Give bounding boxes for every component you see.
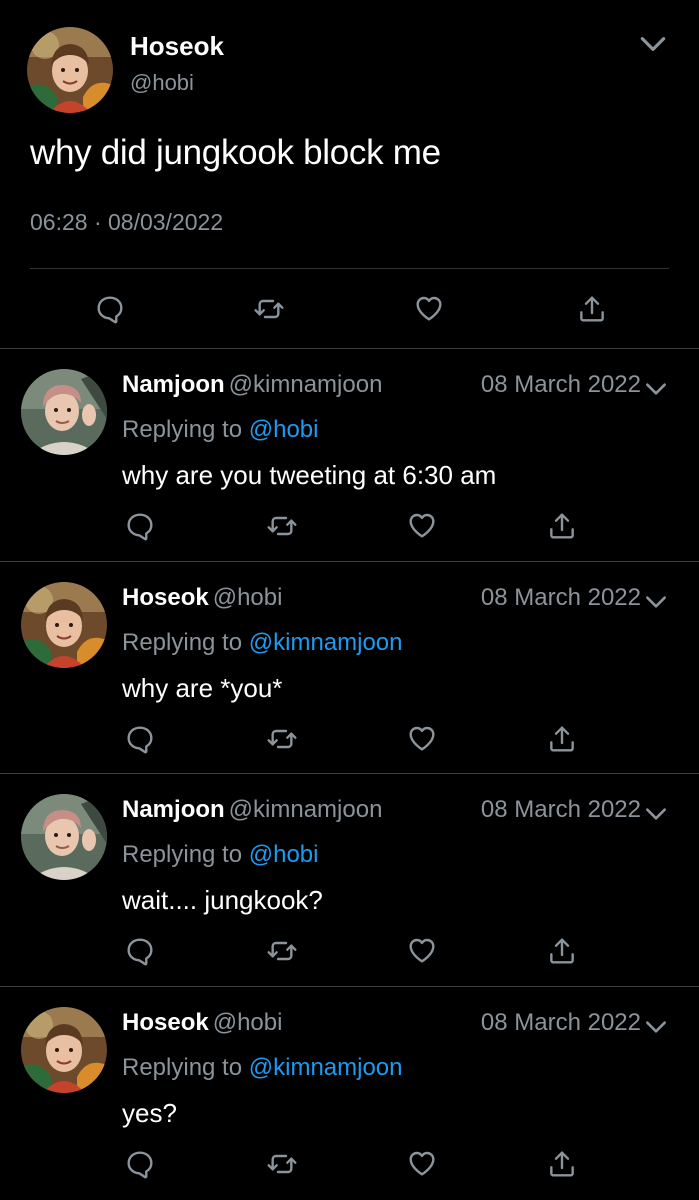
tweet-text: why are *you* <box>122 673 283 703</box>
mention-link[interactable]: @hobi <box>249 841 319 868</box>
tweet-text: wait.... jungkook? <box>122 885 323 915</box>
avatar[interactable] <box>21 1007 107 1093</box>
mention-link[interactable]: @kimnamjoon <box>249 1054 403 1081</box>
reply-header: Hoseok @hobi <box>122 1009 282 1037</box>
tweet-date: 08 March 2022 <box>480 796 641 823</box>
reply-icon[interactable] <box>124 723 156 755</box>
retweet-icon[interactable] <box>253 293 285 325</box>
author-name[interactable]: Hoseok <box>122 1009 209 1036</box>
namjoon-avatar-image <box>21 369 107 455</box>
tweet-text: why did jungkook block me <box>30 133 441 172</box>
hoseok-avatar-image <box>21 1007 107 1093</box>
author-handle[interactable]: @hobi <box>213 584 283 611</box>
retweet-icon[interactable] <box>266 1148 298 1180</box>
replying-to-label: Replying to <box>122 629 243 656</box>
reply-tweet[interactable]: Hoseok @hobi 08 March 2022 Replying to @k… <box>0 562 699 774</box>
reply-header: Namjoon @kimnamjoon <box>122 371 382 399</box>
mention-link[interactable]: @kimnamjoon <box>249 629 403 656</box>
replying-to: Replying to @hobi <box>122 841 319 869</box>
reply-icon[interactable] <box>124 935 156 967</box>
like-icon[interactable] <box>406 1147 438 1179</box>
retweet-icon[interactable] <box>266 510 298 542</box>
replying-to-label: Replying to <box>122 1054 243 1081</box>
retweet-icon[interactable] <box>266 723 298 755</box>
author-handle[interactable]: @hobi <box>130 70 194 96</box>
divider <box>30 268 669 269</box>
share-icon[interactable] <box>546 723 578 755</box>
author-handle[interactable]: @kimnamjoon <box>229 371 383 398</box>
reply-icon[interactable] <box>124 1148 156 1180</box>
chevron-down-icon[interactable] <box>643 1014 669 1040</box>
like-icon[interactable] <box>406 509 438 541</box>
author-name[interactable]: Namjoon <box>122 371 225 398</box>
tweet-date: 08 March 2022 <box>480 1009 641 1036</box>
reply-header: Namjoon @kimnamjoon <box>122 796 382 824</box>
avatar[interactable] <box>21 794 107 880</box>
reply-tweet[interactable]: Namjoon @kimnamjoon 08 March 2022 Replyin… <box>0 774 699 986</box>
author-name[interactable]: Hoseok <box>130 31 224 62</box>
tweet-text: yes? <box>122 1098 177 1128</box>
chevron-down-icon[interactable] <box>643 376 669 402</box>
hoseok-avatar-image <box>27 27 113 113</box>
replying-to-label: Replying to <box>122 416 243 443</box>
like-icon[interactable] <box>406 934 438 966</box>
like-icon[interactable] <box>413 292 445 324</box>
share-icon[interactable] <box>546 1148 578 1180</box>
tweet-timestamp: 06:28 · 08/03/2022 <box>30 209 224 235</box>
replying-to-label: Replying to <box>122 841 243 868</box>
main-tweet: Hoseok @hobi why did jungkook block me 0… <box>0 0 699 348</box>
share-icon[interactable] <box>546 510 578 542</box>
replying-to: Replying to @hobi <box>122 416 319 444</box>
namjoon-avatar-image <box>21 794 107 880</box>
replying-to: Replying to @kimnamjoon <box>122 1054 403 1082</box>
chevron-down-icon[interactable] <box>643 589 669 615</box>
author-handle[interactable]: @kimnamjoon <box>229 796 383 823</box>
hoseok-avatar-image <box>21 582 107 668</box>
retweet-icon[interactable] <box>266 935 298 967</box>
share-icon[interactable] <box>576 293 608 325</box>
reply-tweet[interactable]: Namjoon @kimnamjoon 08 March 2022 Replyin… <box>0 349 699 561</box>
avatar[interactable] <box>21 582 107 668</box>
like-icon[interactable] <box>406 722 438 754</box>
chevron-down-icon[interactable] <box>643 801 669 827</box>
avatar[interactable] <box>21 369 107 455</box>
replying-to: Replying to @kimnamjoon <box>122 629 403 657</box>
share-icon[interactable] <box>546 935 578 967</box>
reply-tweet[interactable]: Hoseok @hobi 08 March 2022 Replying to @k… <box>0 987 699 1199</box>
reply-icon[interactable] <box>124 510 156 542</box>
author-name[interactable]: Namjoon <box>122 796 225 823</box>
tweet-text: why are you tweeting at 6:30 am <box>122 460 497 490</box>
tweet-date: 08 March 2022 <box>480 371 641 398</box>
author-handle[interactable]: @hobi <box>213 1009 283 1036</box>
reply-icon[interactable] <box>94 293 126 325</box>
mention-link[interactable]: @hobi <box>249 416 319 443</box>
avatar[interactable] <box>27 27 113 113</box>
reply-header: Hoseok @hobi <box>122 584 282 612</box>
tweet-date: 08 March 2022 <box>480 584 641 611</box>
chevron-down-icon[interactable] <box>637 28 669 60</box>
author-name[interactable]: Hoseok <box>122 584 209 611</box>
